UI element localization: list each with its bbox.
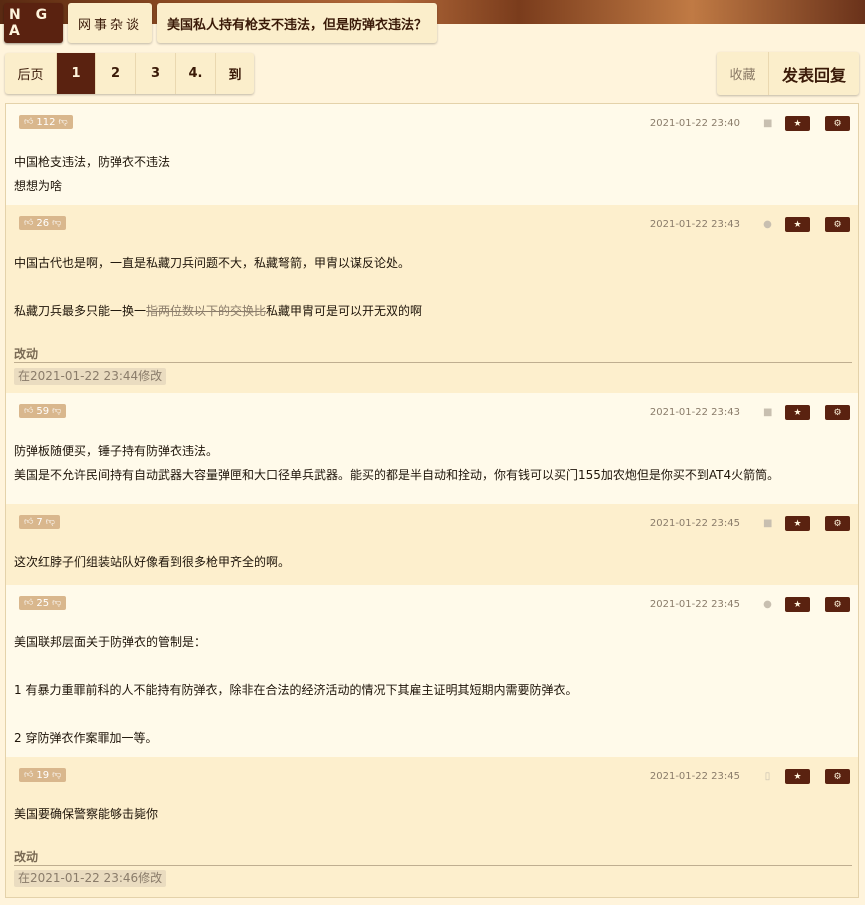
- post-item: 👍︎ 112 👎︎ 2021-01-22 23:40 ■ ★ ⚙ 中国枪支违法，…: [6, 104, 858, 205]
- edit-log-time: 在2021-01-22 23:44修改: [14, 368, 167, 385]
- star-icon[interactable]: ★: [785, 597, 810, 612]
- edit-log-divider: [14, 362, 852, 363]
- post-line: 私藏刀兵最多只能一换一指两位数以下的交换比私藏甲胄可是可以开无双的啊: [14, 299, 422, 323]
- thumbs-up-icon[interactable]: 👍︎: [24, 218, 33, 228]
- post-time: 2021-01-22 23:45: [649, 599, 740, 610]
- goto-page-button[interactable]: 到: [216, 53, 254, 94]
- vote-count: 19: [36, 769, 50, 781]
- gear-icon[interactable]: ⚙: [825, 217, 850, 232]
- vote-count: 25: [36, 597, 50, 609]
- post-list: 👍︎ 112 👎︎ 2021-01-22 23:40 ■ ★ ⚙ 中国枪支违法，…: [5, 103, 859, 898]
- thumbs-down-icon[interactable]: 👎︎: [52, 770, 61, 780]
- thumbs-up-icon[interactable]: 👍︎: [24, 406, 33, 416]
- post-line: 1 有暴力重罪前科的人不能持有防弹衣，除非在合法的经济活动的情况下其雇主证明其短…: [14, 683, 578, 697]
- thumbs-down-icon[interactable]: 👎︎: [52, 598, 61, 608]
- post-time: 2021-01-22 23:45: [649, 518, 740, 529]
- strikethrough-text: 指两位数以下的交换比: [146, 304, 267, 318]
- post-line: 防弹板随便买，锤子持有防弹衣违法。: [14, 444, 219, 458]
- edit-log-time: 在2021-01-22 23:46修改: [14, 870, 167, 887]
- gear-icon[interactable]: ⚙: [825, 769, 850, 784]
- post-content: 美国要确保警察能够击毙你: [14, 802, 158, 826]
- thumbs-down-icon[interactable]: 👎︎: [59, 117, 68, 127]
- post-item: 👍︎ 26 👎︎ 2021-01-22 23:43 ● ★ ⚙ 中国古代也是啊，…: [6, 205, 858, 393]
- thumbs-down-icon[interactable]: 👎︎: [52, 406, 61, 416]
- post-line: 中国枪支违法，防弹衣不违法: [14, 155, 171, 169]
- thumbs-down-icon[interactable]: 👎︎: [52, 218, 61, 228]
- post-line: 想想为啥: [14, 179, 63, 193]
- post-item: 👍︎ 7 👎︎ 2021-01-22 23:45 ■ ★ ⚙ 这次红脖子们组装站…: [6, 504, 858, 585]
- page-3-button[interactable]: 3: [136, 53, 176, 94]
- vote-count: 112: [36, 116, 56, 128]
- vote-widget[interactable]: 👍︎ 26 👎︎: [19, 216, 67, 230]
- post-line: 这次红脖子们组装站队好像看到很多枪甲齐全的啊。: [14, 555, 291, 569]
- edit-log-title: 改动: [14, 850, 39, 864]
- gear-icon[interactable]: ⚙: [825, 516, 850, 531]
- page-1-button[interactable]: 1: [57, 53, 96, 94]
- star-icon[interactable]: ★: [785, 116, 810, 131]
- vote-widget[interactable]: 👍︎ 7 👎︎: [19, 515, 60, 529]
- post-line: 美国联邦层面关于防弹衣的管制是：: [14, 635, 207, 649]
- gear-icon[interactable]: ⚙: [825, 405, 850, 420]
- android-icon: ■: [763, 518, 773, 529]
- android-icon: ■: [763, 118, 773, 129]
- apple-icon: ●: [763, 219, 772, 230]
- star-icon[interactable]: ★: [785, 516, 810, 531]
- star-icon[interactable]: ★: [785, 217, 810, 232]
- vote-widget[interactable]: 👍︎ 25 👎︎: [19, 596, 67, 610]
- post-content: 这次红脖子们组装站队好像看到很多枪甲齐全的啊。: [14, 550, 290, 574]
- post-content: 美国联邦层面关于防弹衣的管制是： 1 有暴力重罪前科的人不能持有防弹衣，除非在合…: [14, 630, 577, 750]
- phone-icon: ▯: [764, 771, 771, 782]
- star-icon[interactable]: ★: [785, 405, 810, 420]
- post-time: 2021-01-22 23:40: [649, 118, 740, 129]
- post-time: 2021-01-22 23:43: [649, 219, 740, 230]
- edit-log-title: 改动: [14, 347, 39, 361]
- breadcrumb-forum-link[interactable]: 网事杂谈: [68, 3, 153, 43]
- post-line: 2 穿防弹衣作案罪加一等。: [14, 731, 158, 745]
- android-icon: ■: [763, 407, 773, 418]
- apple-icon: ●: [763, 599, 772, 610]
- site-logo[interactable]: N G A: [4, 3, 63, 43]
- post-text: 私藏甲胄可是可以开无双的啊: [266, 304, 423, 318]
- page-back-button[interactable]: 后页: [5, 53, 57, 94]
- thumbs-up-icon[interactable]: 👍︎: [24, 117, 33, 127]
- vote-count: 7: [36, 516, 43, 528]
- post-line: 中国古代也是啊，一直是私藏刀兵问题不大，私藏弩箭，甲胄以谋反论处。: [14, 256, 411, 270]
- post-time: 2021-01-22 23:45: [649, 771, 740, 782]
- thumbs-up-icon[interactable]: 👍︎: [24, 598, 33, 608]
- post-content: 中国枪支违法，防弹衣不违法 想想为啥: [14, 150, 170, 198]
- post-line: 美国要确保警察能够击毙你: [14, 807, 159, 821]
- post-item: 👍︎ 25 👎︎ 2021-01-22 23:45 ● ★ ⚙ 美国联邦层面关于…: [6, 585, 858, 757]
- gear-icon[interactable]: ⚙: [825, 116, 850, 131]
- post-content: 中国古代也是啊，一直是私藏刀兵问题不大，私藏弩箭，甲胄以谋反论处。 私藏刀兵最多…: [14, 251, 422, 323]
- page-4-button[interactable]: 4.: [176, 53, 216, 94]
- thread-actions: 收藏 发表回复: [717, 52, 859, 95]
- vote-widget[interactable]: 👍︎ 59 👎︎: [19, 404, 67, 418]
- pagination: 后页 1 2 3 4. 到: [5, 53, 254, 94]
- vote-widget[interactable]: 👍︎ 19 👎︎: [19, 768, 67, 782]
- star-icon[interactable]: ★: [785, 769, 810, 784]
- thumbs-up-icon[interactable]: 👍︎: [24, 770, 33, 780]
- favorite-thread-button[interactable]: 收藏: [717, 52, 769, 95]
- page-2-button[interactable]: 2: [96, 53, 136, 94]
- post-item: 👍︎ 19 👎︎ 2021-01-22 23:45 ▯ ★ ⚙ 美国要确保警察能…: [6, 757, 858, 897]
- vote-count: 59: [36, 405, 50, 417]
- thumbs-down-icon[interactable]: 👎︎: [46, 517, 55, 527]
- post-time: 2021-01-22 23:43: [649, 407, 740, 418]
- post-text: 私藏刀兵最多只能一换一: [14, 304, 147, 318]
- gear-icon[interactable]: ⚙: [825, 597, 850, 612]
- edit-log-divider: [14, 865, 852, 866]
- vote-count: 26: [36, 217, 50, 229]
- post-item: 👍︎ 59 👎︎ 2021-01-22 23:43 ■ ★ ⚙ 防弹板随便买，锤…: [6, 393, 858, 504]
- breadcrumb: N G A 网事杂谈 美国私人持有枪支不违法，但是防弹衣违法？: [4, 3, 438, 43]
- post-line: 美国是不允许民间持有自动武器大容量弹匣和大口径单兵武器。能买的都是半自动和拴动，…: [14, 468, 780, 482]
- thread-title[interactable]: 美国私人持有枪支不违法，但是防弹衣违法？: [157, 3, 438, 43]
- vote-widget[interactable]: 👍︎ 112 👎︎: [19, 115, 73, 129]
- post-reply-button[interactable]: 发表回复: [769, 52, 859, 95]
- post-content: 防弹板随便买，锤子持有防弹衣违法。 美国是不允许民间持有自动武器大容量弹匣和大口…: [14, 439, 779, 487]
- thumbs-up-icon[interactable]: 👍︎: [24, 517, 33, 527]
